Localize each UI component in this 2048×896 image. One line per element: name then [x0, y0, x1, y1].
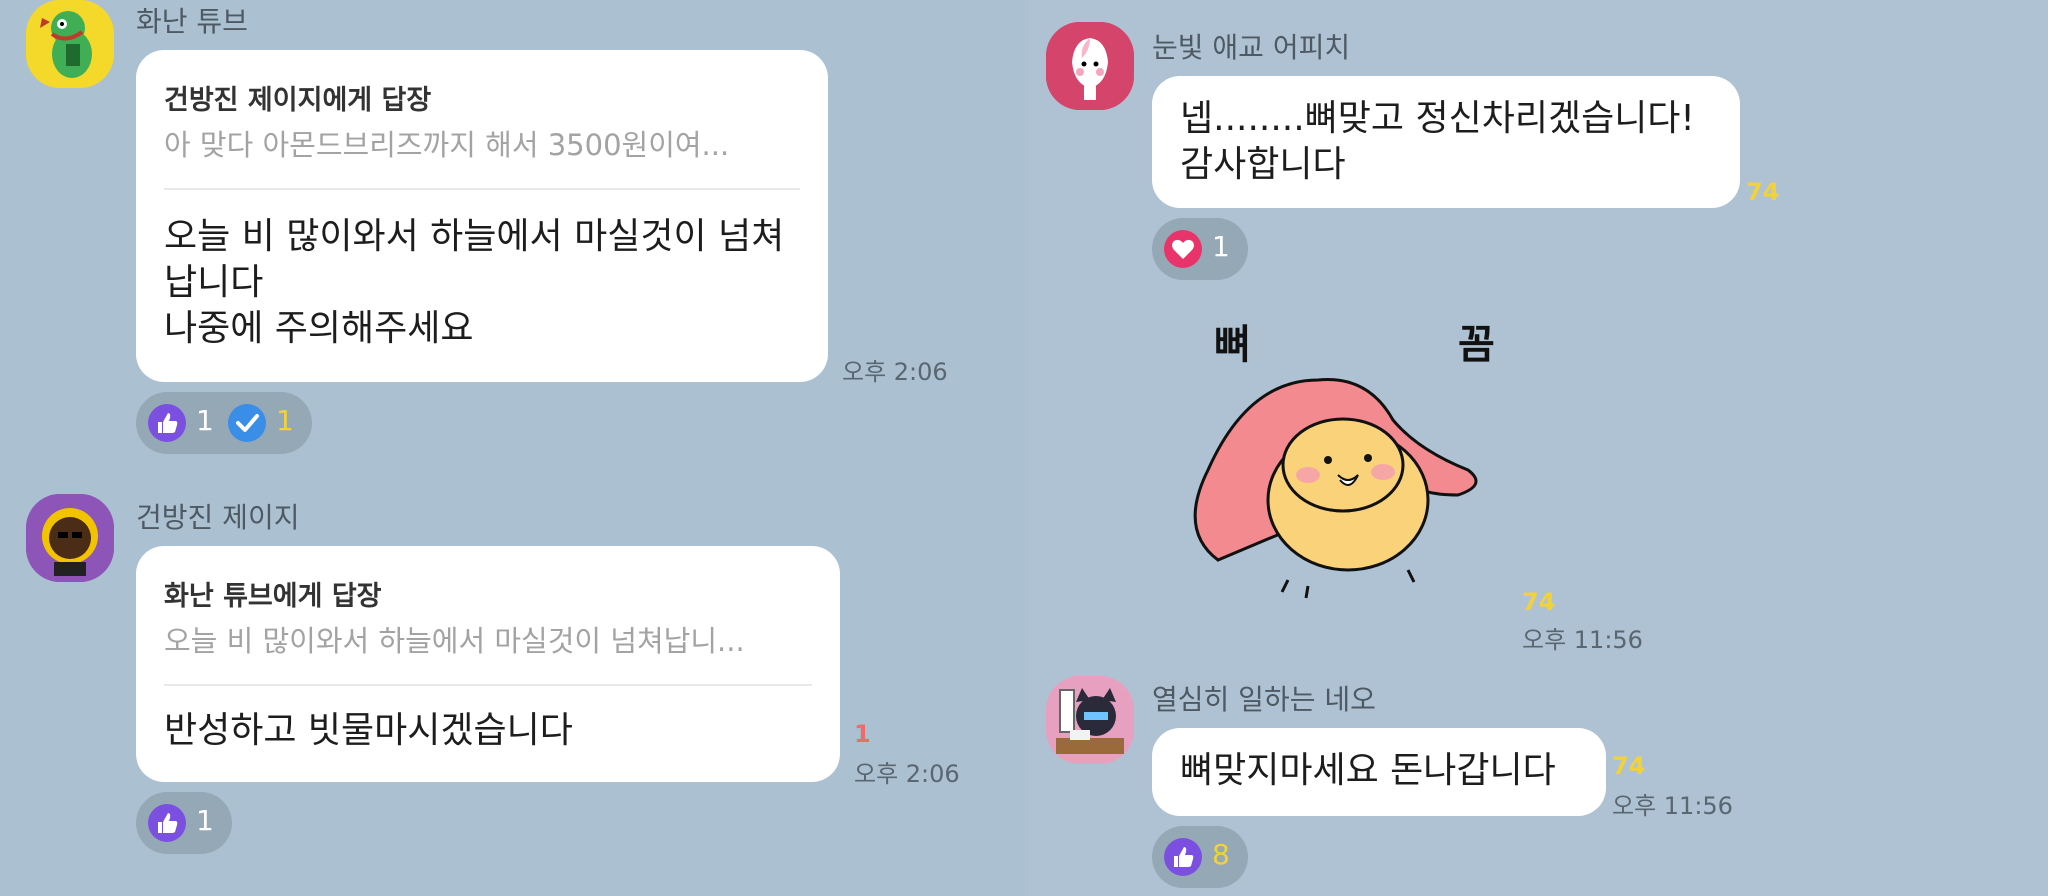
- reaction-count: 1: [196, 804, 214, 837]
- reaction-bar[interactable]: 1 1: [136, 392, 312, 454]
- message-line: 감사합니다: [1180, 144, 1346, 185]
- sender-name: 건방진 제이지: [136, 501, 300, 534]
- reaction-bar[interactable]: 8: [1152, 826, 1248, 888]
- unread-count: 74: [1746, 178, 1780, 206]
- message-line: 넵........뼈맞고 정신차리겠습니다!: [1180, 98, 1695, 139]
- message-bubble[interactable]: 뼈맞지마세요 돈나갑니다: [1152, 728, 1606, 816]
- heart-icon: [1164, 230, 1202, 268]
- unread-count: 74: [1612, 752, 1646, 780]
- reaction-count: 1: [1212, 230, 1230, 263]
- reply-to-label: 화난 튜브에게 답장: [164, 581, 382, 612]
- sender-name: 눈빛 애교 어피치: [1152, 31, 1351, 64]
- reaction-count: 1: [276, 404, 294, 437]
- message-bubble[interactable]: 넵........뼈맞고 정신차리겠습니다! 감사합니다: [1152, 76, 1740, 208]
- message-time: 오후 11:56: [1522, 626, 1643, 654]
- message-time: 오후 11:56: [1612, 792, 1733, 820]
- unread-count: 1: [854, 720, 871, 748]
- quoted-message[interactable]: 아 맞다 아몬드브리즈까지 해서 3500원이여...: [164, 122, 729, 164]
- message-line: 뼈맞지마세요 돈나갑니다: [1180, 750, 1556, 791]
- message-time: 오후 2:06: [842, 358, 948, 386]
- avatar-apeach[interactable]: [1046, 22, 1134, 110]
- pink-blanket-character-icon: [1193, 378, 1478, 599]
- thumbs-up-icon: [1164, 838, 1202, 876]
- reaction-count: 1: [196, 404, 214, 437]
- reaction-count: 8: [1212, 838, 1230, 871]
- neo-character-icon: [1046, 676, 1134, 764]
- reaction-bar[interactable]: 1: [136, 792, 232, 854]
- message-line: 나중에 주의해주세요: [164, 308, 474, 349]
- sender-name: 화난 튜브: [136, 5, 248, 38]
- message-bubble[interactable]: 건방진 제이지에게 답장 아 맞다 아몬드브리즈까지 해서 3500원이여...…: [136, 50, 828, 382]
- reaction-bar[interactable]: 1: [1152, 218, 1248, 280]
- right-chat-pane: 눈빛 애교 어피치 넵........뼈맞고 정신차리겠습니다! 감사합니다 7…: [1028, 0, 2048, 896]
- left-chat-pane: 화난 튜브 건방진 제이지에게 답장 아 맞다 아몬드브리즈까지 해서 3500…: [0, 0, 1028, 896]
- reply-to-label: 건방진 제이지에게 답장: [164, 85, 432, 116]
- divider: [164, 188, 800, 190]
- message-bubble[interactable]: 화난 튜브에게 답장 오늘 비 많이와서 하늘에서 마실것이 넘쳐납니... 반…: [136, 546, 840, 782]
- apeach-character-icon: [1046, 22, 1134, 110]
- message-line: 오늘 비 많이와서 하늘에서 마실것이 넘쳐: [164, 216, 785, 257]
- avatar-tube[interactable]: [26, 0, 114, 88]
- avatar-neo[interactable]: [1046, 676, 1134, 764]
- avatar-jayg[interactable]: [26, 494, 114, 582]
- message-line: 납니다: [164, 262, 264, 303]
- message-line: 반성하고 빗물마시겠습니다: [164, 710, 573, 751]
- sticker[interactable]: 뼈 꼼: [1178, 300, 1518, 600]
- message-time: 오후 2:06: [854, 760, 960, 788]
- divider: [164, 684, 812, 686]
- sender-name: 열심히 일하는 네오: [1152, 683, 1376, 716]
- quoted-message[interactable]: 오늘 비 많이와서 하늘에서 마실것이 넘쳐납니...: [164, 618, 745, 660]
- jayg-character-icon: [26, 494, 114, 582]
- thumbs-up-icon: [148, 404, 186, 442]
- check-icon: [228, 404, 266, 442]
- unread-count: 74: [1522, 588, 1556, 616]
- thumbs-up-icon: [148, 804, 186, 842]
- tube-character-icon: [26, 0, 114, 88]
